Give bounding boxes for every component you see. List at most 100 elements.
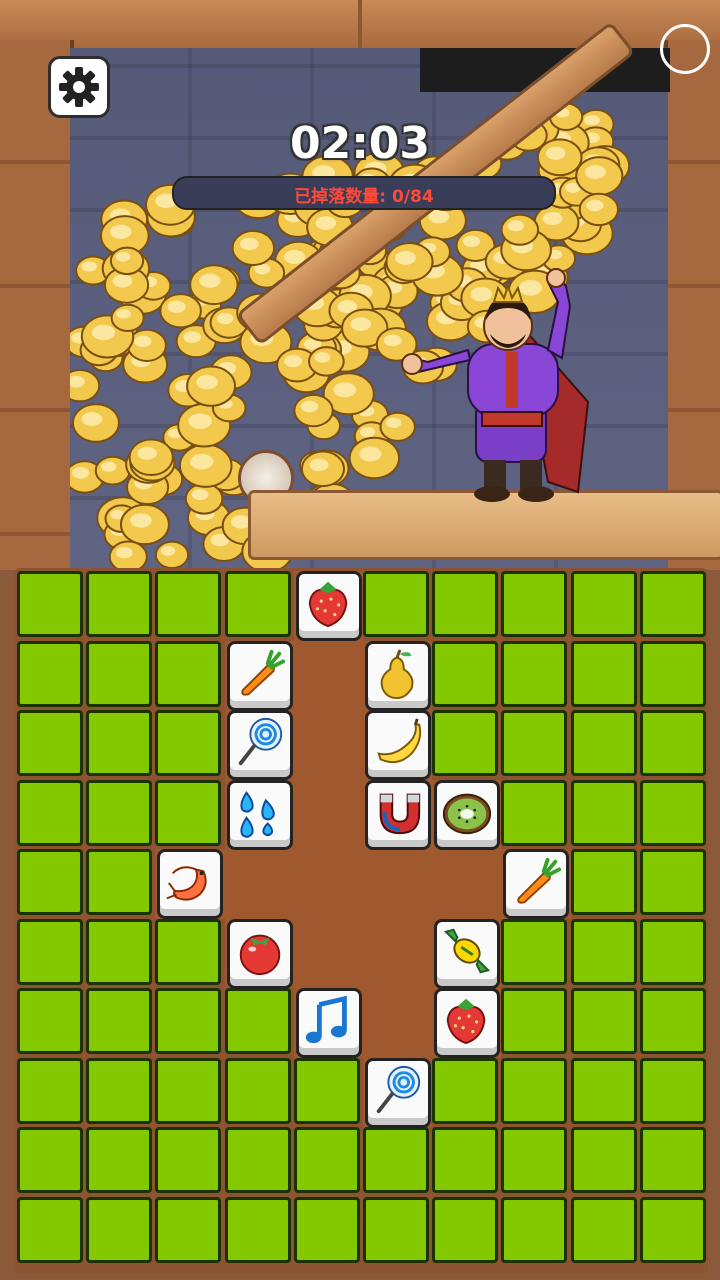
grass-block <box>155 779 222 846</box>
lollipop-icon <box>376 1065 421 1113</box>
grass-block <box>501 1127 568 1193</box>
grass-block <box>155 918 222 985</box>
grass-block <box>17 571 83 637</box>
grass-block <box>155 988 222 1054</box>
grass-block <box>17 849 83 915</box>
grass-block <box>432 640 499 707</box>
match-tile[interactable] <box>295 988 362 1058</box>
grass-block <box>293 1127 360 1193</box>
grass-block <box>224 1127 291 1193</box>
grass-block <box>570 779 637 846</box>
grass-block <box>501 710 568 776</box>
grass-block <box>155 571 222 637</box>
grass-block <box>293 1057 360 1124</box>
strawberry-icon <box>446 998 486 1045</box>
wood-frame-left <box>0 40 74 570</box>
dirt-path <box>293 710 363 780</box>
dirt-path <box>363 988 433 1058</box>
match-tile[interactable] <box>226 640 293 711</box>
strawberry-icon <box>308 581 348 628</box>
grass-block <box>570 710 637 776</box>
grass-block <box>155 1127 222 1193</box>
grass-block <box>501 571 568 637</box>
settings-button[interactable] <box>48 56 110 118</box>
dirt-path <box>363 918 433 988</box>
grass-block <box>501 640 568 707</box>
lollipop-icon <box>238 717 282 766</box>
grass-block <box>501 988 568 1054</box>
grass-block <box>86 849 153 915</box>
grass-block <box>363 571 429 637</box>
dirt-path <box>293 779 363 849</box>
grass-block <box>155 1196 222 1263</box>
grass-block <box>17 988 83 1054</box>
pear-icon <box>380 648 414 699</box>
tomato-icon <box>239 934 280 975</box>
match-tile[interactable] <box>434 779 501 850</box>
grass-block <box>639 1127 706 1193</box>
grass-block <box>86 571 153 637</box>
grass-block <box>155 710 222 776</box>
match-tile[interactable] <box>226 918 293 989</box>
grass-block <box>570 988 637 1054</box>
banana-icon <box>377 718 422 764</box>
grass-block <box>224 988 291 1054</box>
match-tile[interactable] <box>226 779 293 850</box>
grass-block <box>639 1196 706 1263</box>
grass-block <box>570 1196 637 1263</box>
grass-block <box>86 918 153 985</box>
grass-block <box>86 1196 153 1263</box>
grass-block <box>639 849 706 915</box>
dirt-path <box>293 849 363 919</box>
dirt-path <box>293 640 363 710</box>
fallen-progress-bar: 已掉落数量: 0/84 <box>172 176 556 210</box>
grass-block <box>224 1196 291 1263</box>
grass-block <box>639 710 706 776</box>
match-tile[interactable] <box>365 779 431 850</box>
match-tile[interactable] <box>365 710 431 780</box>
grass-block <box>639 918 706 985</box>
grass-block <box>570 1127 637 1193</box>
king-character <box>401 268 590 502</box>
game-screen: 02:03 已掉落数量: 0/84 <box>0 0 720 1280</box>
match-tile[interactable] <box>226 710 293 780</box>
grass-block <box>86 1127 153 1193</box>
dirt-path <box>363 849 433 919</box>
grass-block <box>570 849 637 915</box>
match-tile[interactable] <box>365 1057 431 1128</box>
grass-block <box>432 1196 499 1263</box>
dirt-path <box>432 849 502 919</box>
grass-block <box>432 571 499 637</box>
top-right-circle-icon <box>660 24 710 74</box>
match-tile[interactable] <box>295 571 362 641</box>
grass-block <box>17 1127 83 1193</box>
dirt-path <box>224 849 294 919</box>
grass-block <box>17 1057 83 1124</box>
grass-block <box>86 779 153 846</box>
countdown-timer: 02:03 <box>289 118 431 169</box>
grass-block <box>639 988 706 1054</box>
grass-block <box>501 779 568 846</box>
match-tile[interactable] <box>157 849 224 919</box>
grass-block <box>501 918 568 985</box>
grass-block <box>86 988 153 1054</box>
grass-block <box>363 1196 429 1263</box>
match-tile[interactable] <box>365 640 431 711</box>
carrot-icon <box>240 649 285 696</box>
grass-block <box>155 1057 222 1124</box>
grass-block <box>432 1057 499 1124</box>
match-tile[interactable] <box>434 988 501 1058</box>
grass-block <box>363 1127 429 1193</box>
grass-block <box>501 1196 568 1263</box>
grass-block <box>293 1196 360 1263</box>
grass-block <box>639 571 706 637</box>
grass-block <box>570 571 637 637</box>
match-tile[interactable] <box>434 918 501 989</box>
grass-block <box>639 640 706 707</box>
tile-board <box>14 568 708 1274</box>
music-note-icon <box>305 995 347 1044</box>
match-tile[interactable] <box>503 849 570 919</box>
water-drops-icon <box>240 790 275 838</box>
grass-block <box>17 640 83 707</box>
fallen-label: 已掉落数量: <box>294 187 387 207</box>
